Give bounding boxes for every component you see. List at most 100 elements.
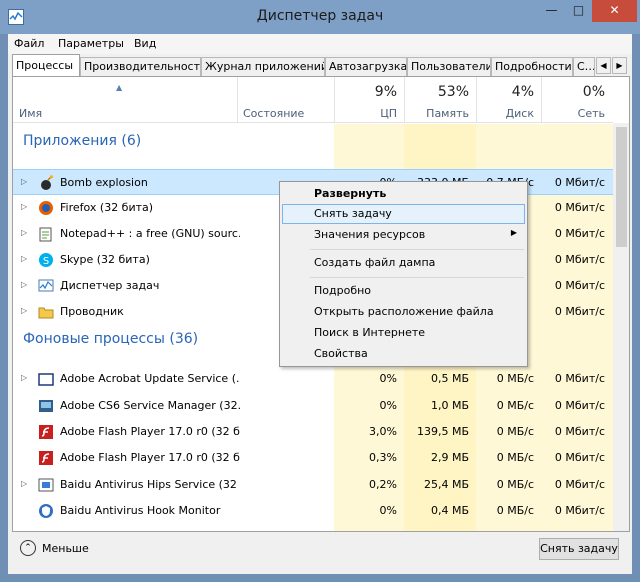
disk-value: 0 МБ/с	[496, 451, 534, 464]
title-bar[interactable]: Диспетчер задач — □ ✕	[0, 0, 640, 34]
header-cpu-percent[interactable]: 9%	[334, 84, 397, 100]
network-value: 0 Мбит/с	[554, 478, 605, 491]
menu-options[interactable]: Параметры	[58, 37, 124, 50]
table-row[interactable]: Adobe CS6 Service Manager (32... 0% 1,0 …	[13, 393, 613, 419]
cpu-value: 0%	[379, 372, 397, 385]
header-disk[interactable]: Диск	[476, 107, 534, 120]
scrollbar-thumb[interactable]	[616, 127, 627, 247]
expand-row-icon[interactable]: ▷	[21, 177, 27, 186]
expand-row-icon[interactable]: ▷	[21, 202, 27, 211]
expand-row-icon[interactable]: ▷	[21, 228, 27, 237]
menu-item-properties[interactable]: Свойства	[282, 344, 525, 364]
header-network-percent[interactable]: 0%	[541, 84, 605, 100]
table-row[interactable]: Adobe Flash Player 17.0 r0 (32 б... 3,0%…	[13, 419, 613, 445]
process-name: Диспетчер задач	[60, 279, 160, 292]
sort-ascending-icon[interactable]: ▲	[116, 83, 122, 92]
close-button[interactable]: ✕	[592, 0, 637, 22]
menu-item-search-online[interactable]: Поиск в Интернете	[282, 323, 525, 343]
tab-details[interactable]: Подробности	[491, 57, 573, 76]
tab-startup[interactable]: Автозагрузка	[325, 57, 407, 76]
header-disk-percent[interactable]: 4%	[476, 84, 534, 100]
process-name: Firefox (32 бита)	[60, 201, 154, 214]
tab-users[interactable]: Пользователи	[407, 57, 491, 76]
context-menu: Развернуть Снять задачу Значения ресурсо…	[279, 181, 528, 367]
svg-text:S: S	[43, 256, 49, 267]
process-name: Baidu Antivirus Hook Monitor	[60, 504, 221, 517]
chevron-up-icon[interactable]: ⌃	[20, 540, 36, 556]
network-value: 0 Мбит/с	[554, 399, 605, 412]
shield-icon	[39, 504, 53, 518]
menu-item-label: Значения ресурсов	[314, 228, 426, 241]
maximize-button[interactable]: □	[565, 0, 592, 22]
menu-file[interactable]: Файл	[14, 37, 44, 50]
minimize-button[interactable]: —	[538, 0, 565, 22]
disk-value: 0 МБ/с	[496, 399, 534, 412]
process-name: Проводник	[60, 305, 124, 318]
tab-scroll-right-icon[interactable]: ▶	[612, 57, 627, 74]
expand-row-icon[interactable]: ▷	[21, 254, 27, 263]
baidu-icon	[38, 478, 54, 492]
expand-row-icon[interactable]: ▷	[21, 373, 27, 382]
menu-item-resource-values[interactable]: Значения ресурсов ▶	[282, 225, 525, 245]
table-row[interactable]: ▷ Baidu Antivirus Hips Service (32 ... 0…	[13, 472, 613, 498]
network-value: 0 Мбит/с	[554, 227, 605, 240]
header-name[interactable]: Имя	[19, 107, 42, 120]
cpu-value: 0,2%	[369, 478, 397, 491]
network-value: 0 Мбит/с	[554, 305, 605, 318]
process-name: Adobe CS6 Service Manager (32...	[60, 399, 240, 412]
process-name: Skype (32 бита)	[60, 253, 150, 266]
network-value: 0 Мбит/с	[554, 372, 605, 385]
table-row[interactable]: Adobe Flash Player 17.0 r0 (32 б... 0,3%…	[13, 445, 613, 471]
expand-row-icon[interactable]: ▷	[21, 306, 27, 315]
tab-performance[interactable]: Производительность	[80, 57, 201, 76]
notepad-icon	[39, 227, 52, 242]
network-value: 0 Мбит/с	[554, 201, 605, 214]
menu-item-create-dump[interactable]: Создать файл дампа	[282, 253, 525, 273]
process-name: Adobe Acrobat Update Service (...	[60, 372, 240, 385]
tab-processes[interactable]: Процессы	[12, 54, 80, 76]
process-name: Adobe Flash Player 17.0 r0 (32 б...	[60, 451, 240, 464]
menu-item-open-location[interactable]: Открыть расположение файла	[282, 302, 525, 322]
cpu-value: 0,3%	[369, 451, 397, 464]
end-task-button[interactable]: Снять задачу	[539, 538, 619, 560]
expand-row-icon[interactable]: ▷	[21, 479, 27, 488]
memory-value: 139,5 МБ	[416, 425, 469, 438]
header-network[interactable]: Сеть	[541, 107, 605, 120]
fewer-details-link[interactable]: Меньше	[42, 542, 89, 555]
menu-item-expand[interactable]: Развернуть	[282, 184, 525, 204]
header-cpu[interactable]: ЦП	[334, 107, 397, 120]
menu-item-details[interactable]: Подробно	[282, 281, 525, 301]
disk-value: 0 МБ/с	[496, 478, 534, 491]
process-name: Baidu Antivirus Hips Service (32 ...	[60, 478, 240, 491]
folder-icon	[38, 307, 54, 319]
menu-bar: Файл Параметры Вид	[8, 34, 632, 54]
network-value: 0 Мбит/с	[554, 425, 605, 438]
expand-row-icon[interactable]: ▷	[21, 280, 27, 289]
cpu-value: 0%	[379, 504, 397, 517]
menu-separator	[310, 277, 524, 278]
table-row[interactable]: ▷ Adobe Acrobat Update Service (... 0% 0…	[13, 366, 613, 392]
table-row[interactable]: Baidu Antivirus Hook Monitor 0% 0,4 МБ 0…	[13, 498, 613, 524]
tab-services[interactable]: С…	[573, 57, 595, 76]
header-status[interactable]: Состояние	[243, 107, 304, 120]
network-value: 0 Мбит/с	[554, 253, 605, 266]
memory-value: 1,0 МБ	[430, 399, 469, 412]
memory-value: 0,4 МБ	[430, 504, 469, 517]
tab-app-history[interactable]: Журнал приложений	[201, 57, 325, 76]
firefox-icon	[39, 201, 53, 215]
tab-strip: Процессы Производительность Журнал прило…	[8, 54, 632, 76]
header-divider[interactable]	[237, 77, 238, 123]
tab-scroll-left-icon[interactable]: ◀	[596, 57, 611, 74]
group-background: Фоновые процессы (36)	[23, 331, 199, 347]
header-memory[interactable]: Память	[404, 107, 469, 120]
skype-icon: S	[39, 253, 53, 267]
disk-value: 0 МБ/с	[496, 504, 534, 517]
service-icon	[39, 400, 53, 412]
network-value: 0 Мбит/с	[554, 279, 605, 292]
header-memory-percent[interactable]: 53%	[404, 84, 469, 100]
menu-item-end-task[interactable]: Снять задачу	[282, 204, 525, 224]
vertical-scrollbar[interactable]	[613, 123, 629, 531]
group-apps: Приложения (6)	[23, 133, 142, 149]
cpu-value: 3,0%	[369, 425, 397, 438]
menu-view[interactable]: Вид	[134, 37, 156, 50]
